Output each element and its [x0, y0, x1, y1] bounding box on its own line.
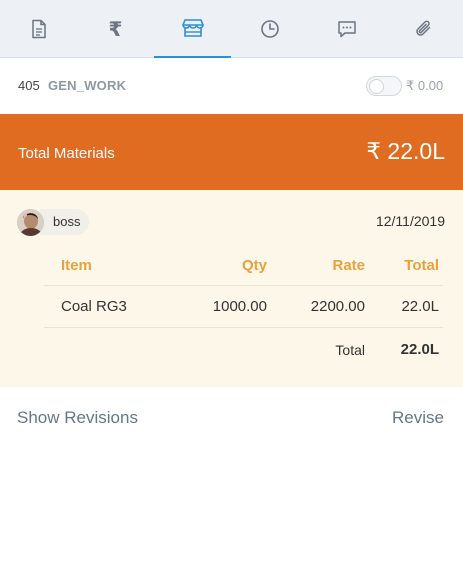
- document-icon: [30, 19, 48, 39]
- tab-details[interactable]: [0, 0, 77, 58]
- paperclip-icon: [414, 19, 434, 39]
- toggle-amount: ₹ 0.00: [406, 78, 444, 93]
- tab-attachments[interactable]: [385, 0, 462, 58]
- column-header-qty: Qty: [241, 257, 267, 274]
- work-order-code: GEN_WORK: [48, 78, 127, 93]
- divider: [44, 285, 443, 286]
- tab-payments[interactable]: ₹: [77, 0, 154, 58]
- chat-icon: [337, 19, 357, 39]
- user-name: boss: [53, 214, 81, 229]
- total-materials-value: ₹ 22.0L: [366, 138, 445, 164]
- column-header-total: Total: [404, 257, 439, 274]
- cell-item: Coal RG3: [61, 298, 127, 315]
- tab-history[interactable]: [231, 0, 308, 58]
- entry-total-value: 22.0L: [400, 341, 439, 358]
- tab-materials[interactable]: [154, 0, 231, 58]
- entry-total-label: Total: [335, 342, 365, 358]
- toggle-knob: [369, 79, 384, 94]
- user-chip: boss: [40, 209, 90, 235]
- total-materials-label: Total Materials: [18, 145, 115, 162]
- column-header-item: Item: [61, 257, 92, 274]
- rupee-icon: ₹: [108, 17, 123, 41]
- cell-rate: 2200.00: [310, 298, 365, 315]
- tab-bar: ₹: [0, 0, 463, 58]
- amount-toggle[interactable]: [366, 76, 402, 96]
- divider: [44, 327, 443, 328]
- clock-icon: [260, 19, 280, 39]
- cell-total: 22.0L: [401, 298, 439, 315]
- tab-comments[interactable]: [308, 0, 385, 58]
- column-header-rate: Rate: [332, 257, 365, 274]
- cell-qty: 1000.00: [212, 298, 267, 315]
- work-order-number: 405: [18, 78, 40, 93]
- show-revisions-link[interactable]: Show Revisions: [17, 408, 138, 428]
- entry-date: 12/11/2019: [375, 213, 445, 229]
- material-entry-card: boss 12/11/2019 Item Qty Rate Total Coal…: [0, 190, 463, 387]
- info-bar: 405 GEN_WORK ₹ 0.00: [0, 58, 463, 114]
- total-materials-bar: Total Materials ₹ 22.0L: [0, 114, 463, 190]
- revise-link[interactable]: Revise: [392, 408, 444, 428]
- store-icon: [181, 18, 204, 38]
- avatar: [17, 209, 44, 236]
